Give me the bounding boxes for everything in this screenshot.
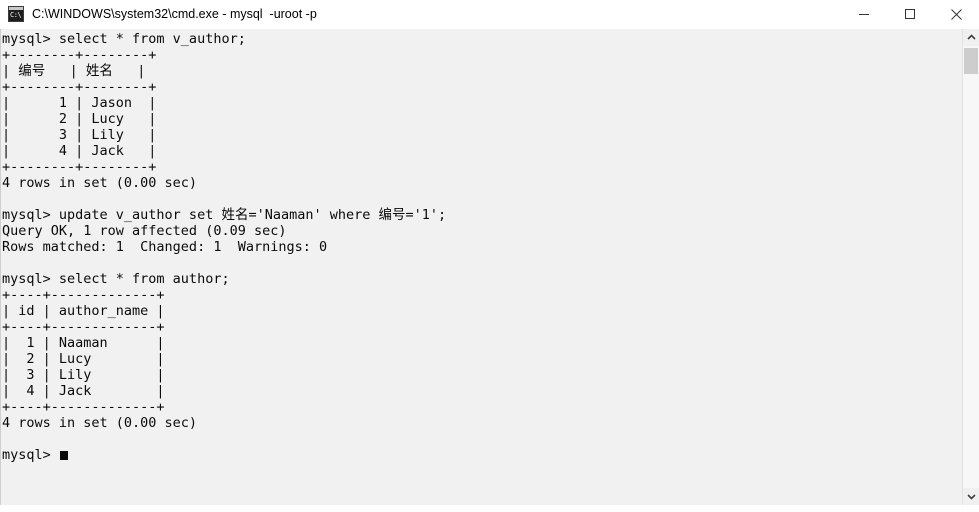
console-scrollbar[interactable]	[962, 29, 979, 505]
close-button[interactable]	[933, 0, 979, 28]
console-line: mysql> select * from author;	[2, 271, 230, 287]
console-line: | 3 | Lily |	[2, 127, 157, 143]
console-line: Query OK, 1 row affected (0.09 sec)	[2, 223, 287, 239]
window-bottom-edge	[0, 505, 979, 512]
console-line: | 2 | Lucy |	[2, 111, 157, 127]
console-line: mysql> select * from v_author;	[2, 31, 246, 47]
console-line: +--------+--------+	[2, 79, 157, 95]
console-line: +----+-------------+	[2, 319, 165, 335]
console-prompt-line: mysql>	[2, 447, 962, 463]
console-text: mysql> select * from v_author; +--------+…	[1, 29, 962, 463]
console-line: | 编号 | 姓名 |	[2, 63, 146, 79]
scrollbar-track[interactable]	[963, 46, 979, 488]
minimize-button[interactable]	[841, 0, 887, 28]
console-line: 4 rows in set (0.00 sec)	[2, 415, 198, 431]
console-line: 4 rows in set (0.00 sec)	[2, 175, 198, 191]
console-line: Rows matched: 1 Changed: 1 Warnings: 0	[2, 239, 328, 255]
console-area: mysql> select * from v_author; +--------+…	[0, 29, 979, 505]
window-controls	[841, 0, 979, 28]
text-cursor	[59, 451, 68, 460]
console-line: mysql> update v_author set 姓名='Naaman' w…	[2, 207, 447, 223]
console-line: +----+-------------+	[2, 399, 165, 415]
console-line: | 1 | Jason |	[2, 95, 157, 111]
scroll-down-arrow-icon[interactable]	[963, 488, 979, 505]
console-prompt: mysql>	[2, 447, 59, 463]
scrollbar-thumb[interactable]	[964, 48, 978, 74]
console-line: | id | author_name |	[2, 303, 165, 319]
console-line: | 4 | Jack |	[2, 383, 165, 399]
cmd-icon-prompt-glyph: C:\	[10, 11, 22, 19]
console-line: | 2 | Lucy |	[2, 351, 165, 367]
window-titlebar[interactable]: C:\ C:\WINDOWS\system32\cmd.exe - mysql …	[0, 0, 979, 29]
console-line: | 3 | Lily |	[2, 367, 165, 383]
console-line: +--------+--------+	[2, 159, 157, 175]
cmd-window: C:\ C:\WINDOWS\system32\cmd.exe - mysql …	[0, 0, 979, 512]
console-line: +--------+--------+	[2, 47, 157, 63]
maximize-button[interactable]	[887, 0, 933, 28]
scroll-up-arrow-icon[interactable]	[963, 29, 979, 46]
console-line: +----+-------------+	[2, 287, 165, 303]
console-line: | 4 | Jack |	[2, 143, 157, 159]
console-line: | 1 | Naaman |	[2, 335, 165, 351]
window-title: C:\WINDOWS\system32\cmd.exe - mysql -uro…	[32, 7, 317, 21]
cmd-console-icon: C:\	[8, 6, 24, 22]
console-output-pane[interactable]: mysql> select * from v_author; +--------+…	[0, 29, 962, 505]
cmd-icon-titlebar-stripe	[9, 7, 23, 10]
